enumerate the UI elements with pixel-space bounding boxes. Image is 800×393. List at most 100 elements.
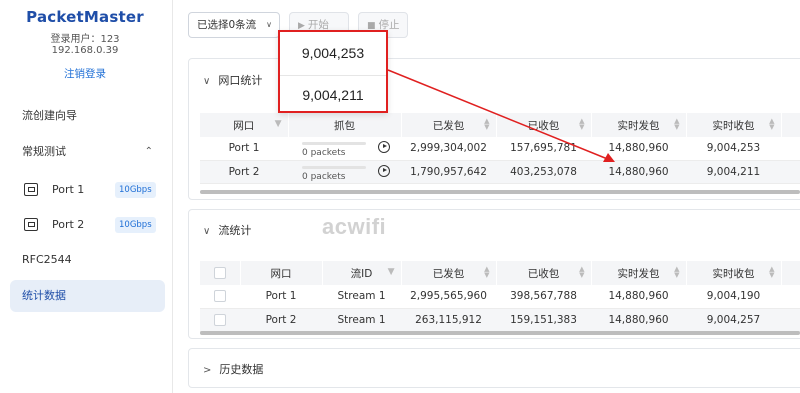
column-header-extra: [781, 261, 800, 285]
play-capture-icon[interactable]: [378, 141, 390, 153]
cell-capture: 0 packets: [288, 137, 401, 161]
nav-label: 统计数据: [22, 289, 66, 302]
sort-icon[interactable]: ▲ ▼: [484, 118, 489, 131]
flow-select-dropdown[interactable]: 已选择0条流 ∨: [188, 12, 280, 38]
table-header-row: 网口 ▼ 抓包 已发包 ▲ ▼ 已收包 ▲ ▼ 实时发包 ▲ ▼ 实时收包 ▲ ▼: [200, 113, 800, 137]
nav-general-test[interactable]: 常规测试 ⌃: [10, 136, 165, 168]
cell-rt-received: 9,004,253: [686, 137, 781, 161]
sort-icon[interactable]: ▲ ▼: [674, 266, 679, 279]
nav-label: 常规测试: [22, 145, 66, 158]
filter-icon[interactable]: ▼: [388, 267, 395, 277]
play-capture-icon[interactable]: [378, 164, 390, 177]
panel-title: 历史数据: [219, 363, 264, 376]
nav-label: RFC2544: [22, 253, 72, 266]
sort-icon[interactable]: ▲ ▼: [769, 118, 774, 131]
column-header-received[interactable]: 已收包 ▲ ▼: [496, 113, 592, 137]
sort-icon[interactable]: ▲ ▼: [769, 266, 774, 279]
column-header-port: 网口: [240, 261, 323, 285]
cell-received: 398,567,788: [496, 285, 591, 309]
table-row: Port 1 0 packets 2,999,304,002 157,695,7…: [200, 137, 800, 161]
chevron-down-icon: ∨: [203, 226, 211, 237]
flow-stats-table: 网口 流ID ▼ 已发包 ▲ ▼ 已收包 ▲ ▼ 实时发包 ▲ ▼ 实时收包 ▲ ▼ Port 1…: [200, 261, 800, 332]
cell-rt-sent: 14,880,960: [591, 160, 686, 184]
cell-rt-received: 9,004,211: [686, 160, 781, 184]
nav-port-2[interactable]: Port 2 10Gbps: [10, 209, 165, 241]
cell-received: 403,253,078: [496, 160, 591, 184]
sort-icon[interactable]: ▲ ▼: [484, 266, 489, 279]
horizontal-scrollbar[interactable]: [200, 331, 800, 335]
table-row: Port 2 0 packets 1,790,957,642 403,253,0…: [200, 160, 800, 184]
column-header-extra: [781, 113, 800, 137]
flow-stats-header[interactable]: ∨ 流统计: [203, 222, 251, 238]
cell-rt-received: 9,004,190: [686, 285, 781, 309]
nav-flow-wizard[interactable]: 流创建向导: [10, 100, 165, 132]
column-header-rt-received[interactable]: 实时收包 ▲ ▼: [686, 261, 782, 285]
select-all-checkbox-cell: [200, 261, 241, 285]
cell-port: Port 1: [200, 137, 288, 161]
select-value: 已选择0条流: [197, 19, 257, 31]
highlight-callout: 9,004,253 9,004,211: [278, 30, 388, 113]
table-row: Port 1 Stream 1 2,995,565,960 398,567,78…: [200, 285, 800, 309]
port-stats-header[interactable]: ∨ 网口统计: [203, 72, 262, 88]
port-stats-table: 网口 ▼ 抓包 已发包 ▲ ▼ 已收包 ▲ ▼ 实时发包 ▲ ▼ 实时收包 ▲ ▼ Port 1 …: [200, 113, 800, 184]
cell-sent: 2,995,565,960: [401, 285, 496, 309]
filter-icon[interactable]: ▼: [275, 119, 282, 129]
logout-link[interactable]: 注销登录: [0, 66, 170, 81]
watermark: acwifi: [322, 214, 387, 239]
column-header-flow-id[interactable]: 流ID ▼: [322, 261, 402, 285]
callout-value-1: 9,004,253: [301, 45, 365, 61]
sort-icon[interactable]: ▲ ▼: [579, 118, 584, 131]
table-row: Port 2 Stream 1 263,115,912 159,151,383 …: [200, 308, 800, 332]
column-header-sent[interactable]: 已发包 ▲ ▼: [401, 113, 497, 137]
callout-divider: [280, 75, 386, 76]
cell-flow-id: Stream 1: [322, 285, 401, 309]
cell-port: Port 2: [200, 160, 288, 184]
row-checkbox[interactable]: [214, 313, 226, 326]
nav-label: 流创建向导: [22, 109, 77, 122]
nav-rfc2544[interactable]: RFC2544: [10, 244, 165, 276]
logged-in-user: 登录用户：123: [50, 34, 120, 45]
table-header-row: 网口 流ID ▼ 已发包 ▲ ▼ 已收包 ▲ ▼ 实时发包 ▲ ▼ 实时收包 ▲ ▼: [200, 261, 800, 285]
nav-port-1[interactable]: Port 1 10Gbps: [10, 174, 165, 206]
port-label: Port 1: [52, 183, 85, 196]
column-header-rt-received[interactable]: 实时收包 ▲ ▼: [686, 113, 782, 137]
column-header-sent[interactable]: 已发包 ▲ ▼: [401, 261, 497, 285]
capture-count: 0 packets: [302, 171, 346, 182]
column-header-received[interactable]: 已收包 ▲ ▼: [496, 261, 592, 285]
cell-received: 159,151,383: [496, 308, 591, 332]
capture-progress-bar: [302, 165, 366, 169]
capture-count: 0 packets: [302, 148, 346, 158]
select-all-checkbox[interactable]: [213, 267, 226, 279]
sort-icon[interactable]: ▲ ▼: [579, 266, 584, 279]
history-panel: > 历史数据: [188, 348, 800, 388]
row-checkbox[interactable]: [214, 290, 226, 303]
history-header[interactable]: > 历史数据: [203, 361, 263, 377]
cell-received: 157,695,781: [496, 137, 591, 161]
ethernet-port-icon: [24, 218, 38, 231]
sort-icon[interactable]: ▲ ▼: [674, 118, 679, 131]
cell-port: Port 2: [240, 308, 322, 332]
cell-flow-id: Stream 1: [322, 308, 401, 332]
horizontal-scrollbar[interactable]: [200, 190, 800, 194]
speed-badge: 10Gbps: [115, 217, 156, 233]
cell-rt-received: 9,004,257: [686, 308, 781, 332]
device-ip: 192.168.0.39: [51, 45, 119, 56]
chevron-up-icon: ⌃: [144, 146, 153, 157]
chevron-down-icon: ∨: [266, 20, 272, 29]
chevron-right-icon: >: [203, 365, 212, 376]
column-header-rt-sent[interactable]: 实时发包 ▲ ▼: [591, 113, 687, 137]
cell-sent: 263,115,912: [401, 308, 496, 332]
column-header-port[interactable]: 网口 ▼: [200, 113, 289, 137]
cell-rt-sent: 14,880,960: [591, 137, 686, 161]
cell-rt-sent: 14,880,960: [591, 285, 686, 309]
speed-badge: 10Gbps: [115, 182, 156, 198]
column-header-capture: 抓包: [288, 113, 402, 137]
chevron-down-icon: ∨: [203, 76, 211, 87]
column-header-rt-sent[interactable]: 实时发包 ▲ ▼: [591, 261, 687, 285]
panel-title: 流统计: [218, 224, 252, 237]
brand-logo: PacketMaster: [26, 8, 144, 26]
capture-progress-bar: [302, 142, 366, 145]
callout-value-2: 9,004,211: [302, 87, 364, 103]
nav-statistics[interactable]: 统计数据: [10, 280, 165, 312]
cell-port: Port 1: [240, 285, 322, 309]
